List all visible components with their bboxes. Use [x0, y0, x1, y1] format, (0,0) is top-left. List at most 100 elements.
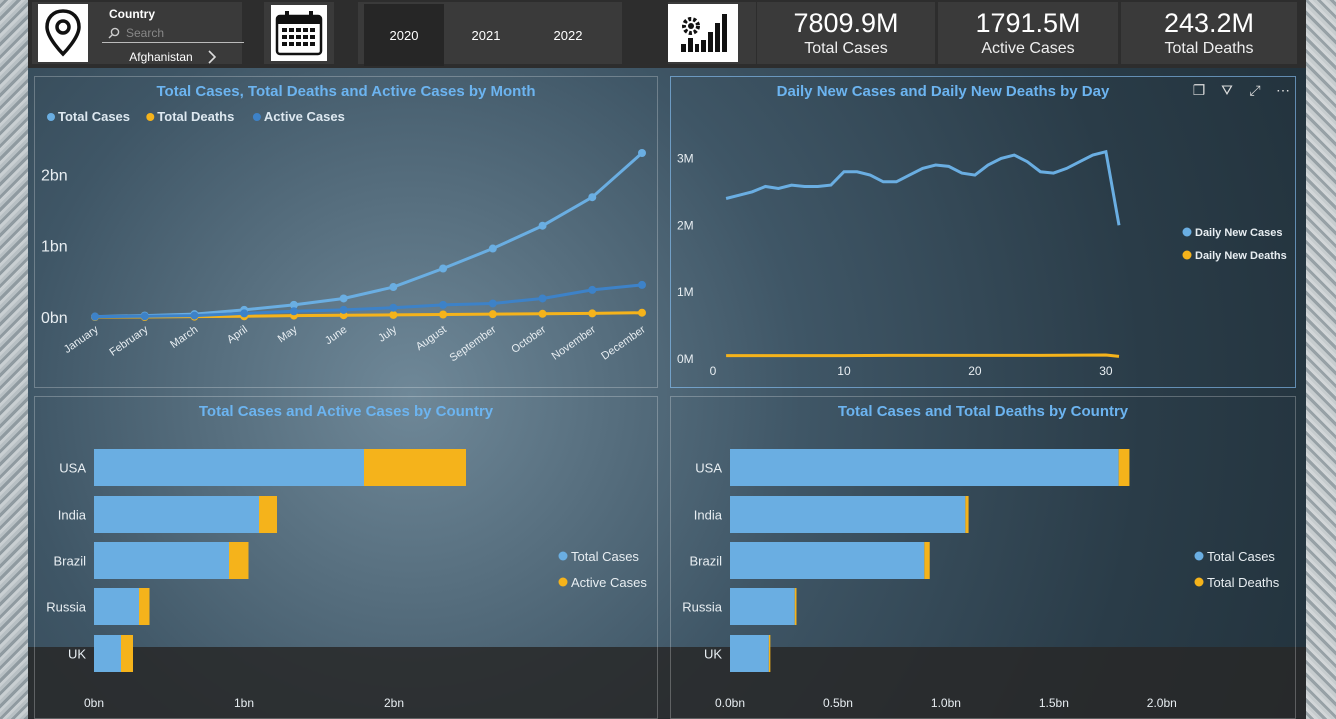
- data-point: [389, 310, 398, 319]
- panel-cases-by-month[interactable]: Total Cases, Total Deaths and Active Cas…: [34, 76, 658, 388]
- legend-label: Total Cases: [571, 549, 639, 564]
- bar-segment: [924, 542, 930, 579]
- data-point: [588, 285, 597, 294]
- copy-icon[interactable]: ❐: [1188, 80, 1210, 100]
- year-slicer: 2020 2021 2022: [358, 2, 622, 66]
- x-tick-label: July: [376, 323, 399, 344]
- legend-label: Daily New Cases: [1195, 227, 1282, 239]
- bar-chart-gear-icon: [668, 4, 738, 62]
- line-chart-month: Total Cases Total Deaths Active Cases 0bn 1b…: [41, 109, 648, 364]
- legend-marker: [47, 113, 55, 121]
- country-selected-item[interactable]: Afghanistan: [102, 47, 244, 67]
- data-point: [538, 294, 547, 303]
- data-point: [389, 283, 398, 292]
- legend-label: Total Deaths: [157, 109, 234, 124]
- bar-segment: [730, 449, 1119, 486]
- category-label: USA: [695, 461, 722, 476]
- category-label: Brazil: [689, 554, 722, 569]
- data-point: [488, 310, 497, 319]
- legend-marker: [558, 551, 568, 561]
- bar-segment: [794, 588, 797, 625]
- search-input[interactable]: [126, 25, 236, 40]
- data-point: [638, 149, 646, 157]
- legend-label: Total Deaths: [1207, 575, 1280, 590]
- kpi-label: Active Cases: [981, 40, 1075, 57]
- panel-cases-deaths-by-country[interactable]: Total Cases and Total Deaths by Country …: [670, 396, 1296, 719]
- data-point: [538, 221, 547, 230]
- x-tick-label: 1bn: [234, 696, 254, 710]
- data-point: [389, 303, 398, 312]
- x-tick-label: April: [225, 324, 250, 346]
- panel-cases-active-by-country[interactable]: Total Cases and Active Cases by Country …: [34, 396, 658, 719]
- country-search[interactable]: [102, 23, 244, 43]
- right-background-edge: [1306, 0, 1336, 719]
- bar-segment: [730, 542, 925, 579]
- location-pin-icon: [38, 4, 88, 62]
- country-filter-title: Country: [109, 7, 155, 21]
- bar-segment: [139, 588, 150, 625]
- category-label: UK: [68, 647, 86, 662]
- y-tick-label: 3M: [677, 151, 694, 165]
- selected-country: Afghanistan: [129, 50, 193, 64]
- y-tick-label: 2M: [677, 218, 694, 232]
- bar-segment: [1118, 449, 1130, 486]
- series-line: [94, 151, 643, 319]
- filter-icon[interactable]: ⛛: [1216, 80, 1238, 100]
- legend-marker: [1182, 227, 1192, 237]
- data-point: [190, 311, 199, 320]
- year-button-2021[interactable]: 2021: [446, 4, 526, 66]
- kpi-value: 1791.5M: [975, 8, 1081, 38]
- more-options-icon[interactable]: ⋯: [1272, 80, 1294, 100]
- line-chart-daily: 0M 1M 2M 3M 0 10 20 30 Daily New Cases Daily New …: [677, 149, 1287, 378]
- legend-label: Total Cases: [1207, 549, 1275, 564]
- x-tick-label: March: [168, 324, 200, 351]
- data-point: [488, 299, 497, 308]
- category-label: India: [58, 508, 87, 523]
- x-tick-label: December: [599, 323, 648, 362]
- legend-label: Total Cases: [58, 109, 130, 124]
- bar-segment: [94, 635, 121, 672]
- chevron-right-icon[interactable]: [207, 49, 217, 65]
- category-label: Russia: [682, 600, 723, 615]
- legend-label: Active Cases: [264, 109, 345, 124]
- kpi-value: 7809.9M: [793, 8, 899, 38]
- category-label: USA: [59, 461, 86, 476]
- series-line: [94, 283, 643, 319]
- data-point: [638, 280, 646, 289]
- year-button-2022[interactable]: 2022: [528, 4, 608, 66]
- x-tick-label: 30: [1099, 364, 1113, 378]
- y-tick-label: 0M: [677, 352, 694, 366]
- bar-segment: [94, 542, 229, 579]
- category-label: Russia: [46, 600, 87, 615]
- kpi-total-cases: 7809.9M Total Cases: [757, 2, 935, 64]
- legend-marker: [146, 113, 155, 121]
- series-line: [725, 149, 1121, 226]
- kpi-label: Total Deaths: [1164, 40, 1254, 57]
- legend-label: Active Cases: [571, 575, 647, 590]
- legend-marker: [1194, 551, 1204, 561]
- data-point: [439, 310, 448, 319]
- data-point: [588, 193, 597, 202]
- panel-daily-new[interactable]: Daily New Cases and Daily New Deaths by …: [670, 76, 1296, 388]
- x-tick-label: 10: [837, 364, 851, 378]
- calendar-tile: [264, 2, 334, 64]
- bar-chart-active: USA India Brazil Russia UK 0bn 1bn 2bn Total Cas…: [46, 449, 647, 710]
- year-button-2020[interactable]: 2020: [364, 4, 444, 66]
- bar-segment: [121, 635, 133, 672]
- bar-segment: [730, 496, 966, 533]
- stats-icon-tile: [668, 2, 756, 64]
- bar-segment: [94, 449, 364, 486]
- y-tick-label: 1bn: [41, 239, 68, 256]
- series-line: [726, 353, 1120, 358]
- category-label: UK: [704, 647, 722, 662]
- x-tick-label: August: [414, 324, 449, 353]
- focus-mode-icon[interactable]: ⤢: [1244, 80, 1266, 100]
- category-label: Brazil: [53, 554, 86, 569]
- x-tick-label: 2bn: [384, 696, 404, 710]
- bar-segment: [768, 635, 771, 672]
- data-point: [638, 308, 646, 317]
- bar-segment: [229, 542, 249, 579]
- left-background-edge: [0, 0, 28, 719]
- data-point: [439, 300, 448, 309]
- y-tick-label: 1M: [677, 285, 694, 299]
